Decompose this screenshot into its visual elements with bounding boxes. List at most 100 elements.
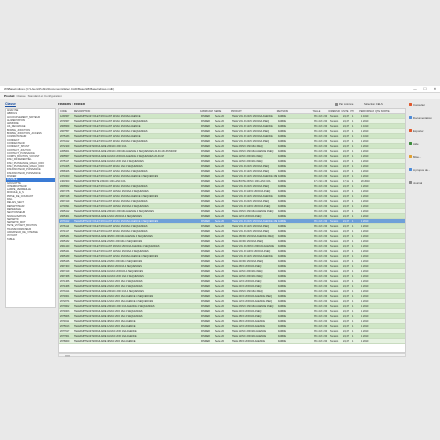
table-cell: TELERUPTEUR VOLET ROULANT 24VAC 2NO16A A…: [74, 220, 159, 223]
table-cell: TELERUPTEUR MODULAIRE 48VAC 2NO 16A AGEN…: [74, 340, 136, 343]
table-cell: 1: [352, 310, 354, 313]
table-cell: 2674117: [60, 230, 70, 233]
table-cell: 35 x 18 x 60: [314, 245, 328, 248]
action-button[interactable]: Exporter: [409, 127, 437, 134]
action-button[interactable]: Documentation: [409, 114, 437, 121]
table-cell: 35 x 18 x 60: [314, 210, 328, 213]
table-cell: 35 x 18 x 60: [314, 260, 328, 263]
table-cell: FINDER: [201, 265, 210, 268]
class-panel-title[interactable]: Classe: [5, 102, 16, 106]
table-cell: FARDE: [278, 190, 286, 193]
table-cell: TELERUPTEUR MODULAIRE 110VAC 2NO16A AGEN…: [74, 155, 165, 158]
action-button[interactable]: Mise...: [409, 153, 437, 160]
column-header[interactable]: PERFORMANCE: [358, 109, 374, 113]
table-cell: TELERUPTEUR MODULAIRE 110VAC 2NO 16A AGE…: [74, 335, 137, 338]
table-cell: Tension: [330, 215, 339, 218]
table-cell: 2666562: [60, 185, 70, 188]
column-header[interactable]: TAILLE: [312, 109, 328, 113]
table-cell: FARDE: [278, 150, 286, 153]
minimize-button[interactable]: —: [410, 87, 420, 91]
table-cell: 24,47: [343, 255, 349, 258]
table-cell: 2675606: [60, 315, 70, 318]
column-header[interactable]: REVISION: [276, 109, 312, 113]
class-list-item[interactable]: TABLE: [6, 238, 55, 241]
table-cell: TELE BOITE 230VC 1NO+1NC 16A: [232, 180, 271, 183]
action-button[interactable]: Aide: [409, 140, 437, 147]
class-list[interactable]: ANALYSE ABBOLS ACCOUPLEMENT_MOTEUR ALIMENTA…: [5, 108, 56, 308]
table-cell: 2676114: [60, 225, 70, 228]
table-cell: 1: [352, 130, 354, 133]
action-button[interactable]: Consulter: [409, 101, 437, 108]
table-cell: Serie 20: [215, 165, 224, 168]
table-cell: 1 1010: [361, 125, 369, 128]
column-header[interactable]: FABRICANT: [199, 109, 213, 113]
table-cell: 1 2010: [361, 130, 369, 133]
table-cell: FINDER: [201, 310, 210, 313]
table-cell: FARDE: [278, 280, 286, 283]
table-cell: Tension: [330, 250, 339, 253]
column-header[interactable]: DESCRIPTION: [73, 109, 199, 113]
table-cell: 1: [352, 195, 354, 198]
table-cell: 1: [352, 140, 354, 143]
selection-control[interactable]: Sélection CELS: [364, 102, 383, 106]
horizontal-scrollbar[interactable]: [58, 353, 406, 357]
table-cell: Tension: [330, 125, 339, 128]
table-cell: Tension: [330, 165, 339, 168]
breadcrumb-root[interactable]: Produit: [4, 94, 15, 98]
table-cell: TELE VOL R 24VC 2NO16A 4SEQ: [232, 120, 270, 123]
table-cell: 1 2010: [361, 255, 369, 258]
maximize-button[interactable]: ☐: [420, 87, 430, 91]
column-header[interactable]: QTE SORTIE: [374, 109, 405, 113]
table-cell: 1: [352, 230, 354, 233]
column-header[interactable]: CODE: [59, 109, 73, 113]
table-cell: FARDE: [278, 225, 286, 228]
table-cell: 1: [352, 285, 354, 288]
table-cell: FARDE: [278, 240, 286, 243]
product-grid[interactable]: CODE DESCRIPTION FABRICANT SERIE PRODUIT REVI…: [58, 108, 406, 353]
scrollbar-thumb[interactable]: [65, 354, 70, 357]
table-row[interactable]: 2678000 TELERUPTEUR MODULAIRE 48VAC 2NO 1…: [59, 339, 405, 344]
table-cell: TELE VOL R 12VC 2NO16A AGENCE 4SEQ: [232, 175, 277, 178]
table-cell: TELERUPTEUR VOLET ROULANT 24VAC 2NO16A 4…: [74, 140, 148, 143]
table-cell: 1: [352, 145, 354, 148]
table-cell: FARDE: [278, 310, 286, 313]
table-cell: 1: [352, 295, 354, 298]
breadcrumb-item[interactable]: Classe: [17, 94, 26, 98]
column-header[interactable]: UNITE: [340, 109, 349, 113]
table-cell: TELE VOL R 24VC 2NO16A 4SEQ: [232, 230, 270, 233]
table-cell: Tension: [330, 135, 339, 138]
filter-icon: [335, 102, 338, 106]
table-cell: TELE 48VC 2NO16A AGENCE: [232, 320, 265, 323]
table-cell: FINDER: [201, 125, 210, 128]
table-cell: 1: [352, 220, 354, 223]
table-cell: FARDE: [278, 195, 286, 198]
table-cell: 2674567: [60, 120, 70, 123]
close-button[interactable]: ✕: [430, 87, 440, 91]
table-cell: TELERUPTEUR VOLET ROULANT 12VAC 2NO16A A…: [74, 125, 141, 128]
table-cell: 2674601: [60, 295, 70, 298]
table-cell: Tension: [330, 235, 339, 238]
table-cell: TELE 48VDC 2NO16A AGENCE 4SEQ: [232, 235, 274, 238]
table-cell: 24,47: [343, 165, 349, 168]
table-cell: 24,47: [343, 135, 349, 138]
table-cell: 2665431: [60, 235, 70, 238]
filter-column-control[interactable]: Par colonne: [335, 102, 353, 106]
table-cell: 1 2010: [361, 220, 369, 223]
table-cell: 35 x 18 x 60: [314, 120, 328, 123]
table-cell: TELERUPTEUR MODULAIRE 230VAC 2NO 16A: [74, 145, 127, 148]
column-header[interactable]: PH: [349, 109, 358, 113]
column-header[interactable]: DIMENSION: [327, 109, 340, 113]
table-cell: TELE VOL R 12VC 2NO16A AGENCE: [232, 135, 273, 138]
table-cell: TELE VOL R 12VC 2NO16A AGENCE: [232, 195, 273, 198]
breadcrumb-item[interactable]: Standard et Configuration: [28, 94, 62, 98]
column-header[interactable]: PRODUIT: [230, 109, 276, 113]
table-cell: FARDE: [278, 265, 286, 268]
column-header[interactable]: SERIE: [213, 109, 230, 113]
table-cell: 2265001: [60, 150, 70, 153]
table-cell: FINDER: [201, 260, 210, 263]
table-cell: Tension: [330, 195, 339, 198]
table-cell: 2667468: [60, 275, 70, 278]
action-button[interactable]: A propos de...: [409, 166, 437, 173]
action-button[interactable]: Journal: [409, 179, 437, 186]
table-cell: 24,47: [343, 275, 349, 278]
